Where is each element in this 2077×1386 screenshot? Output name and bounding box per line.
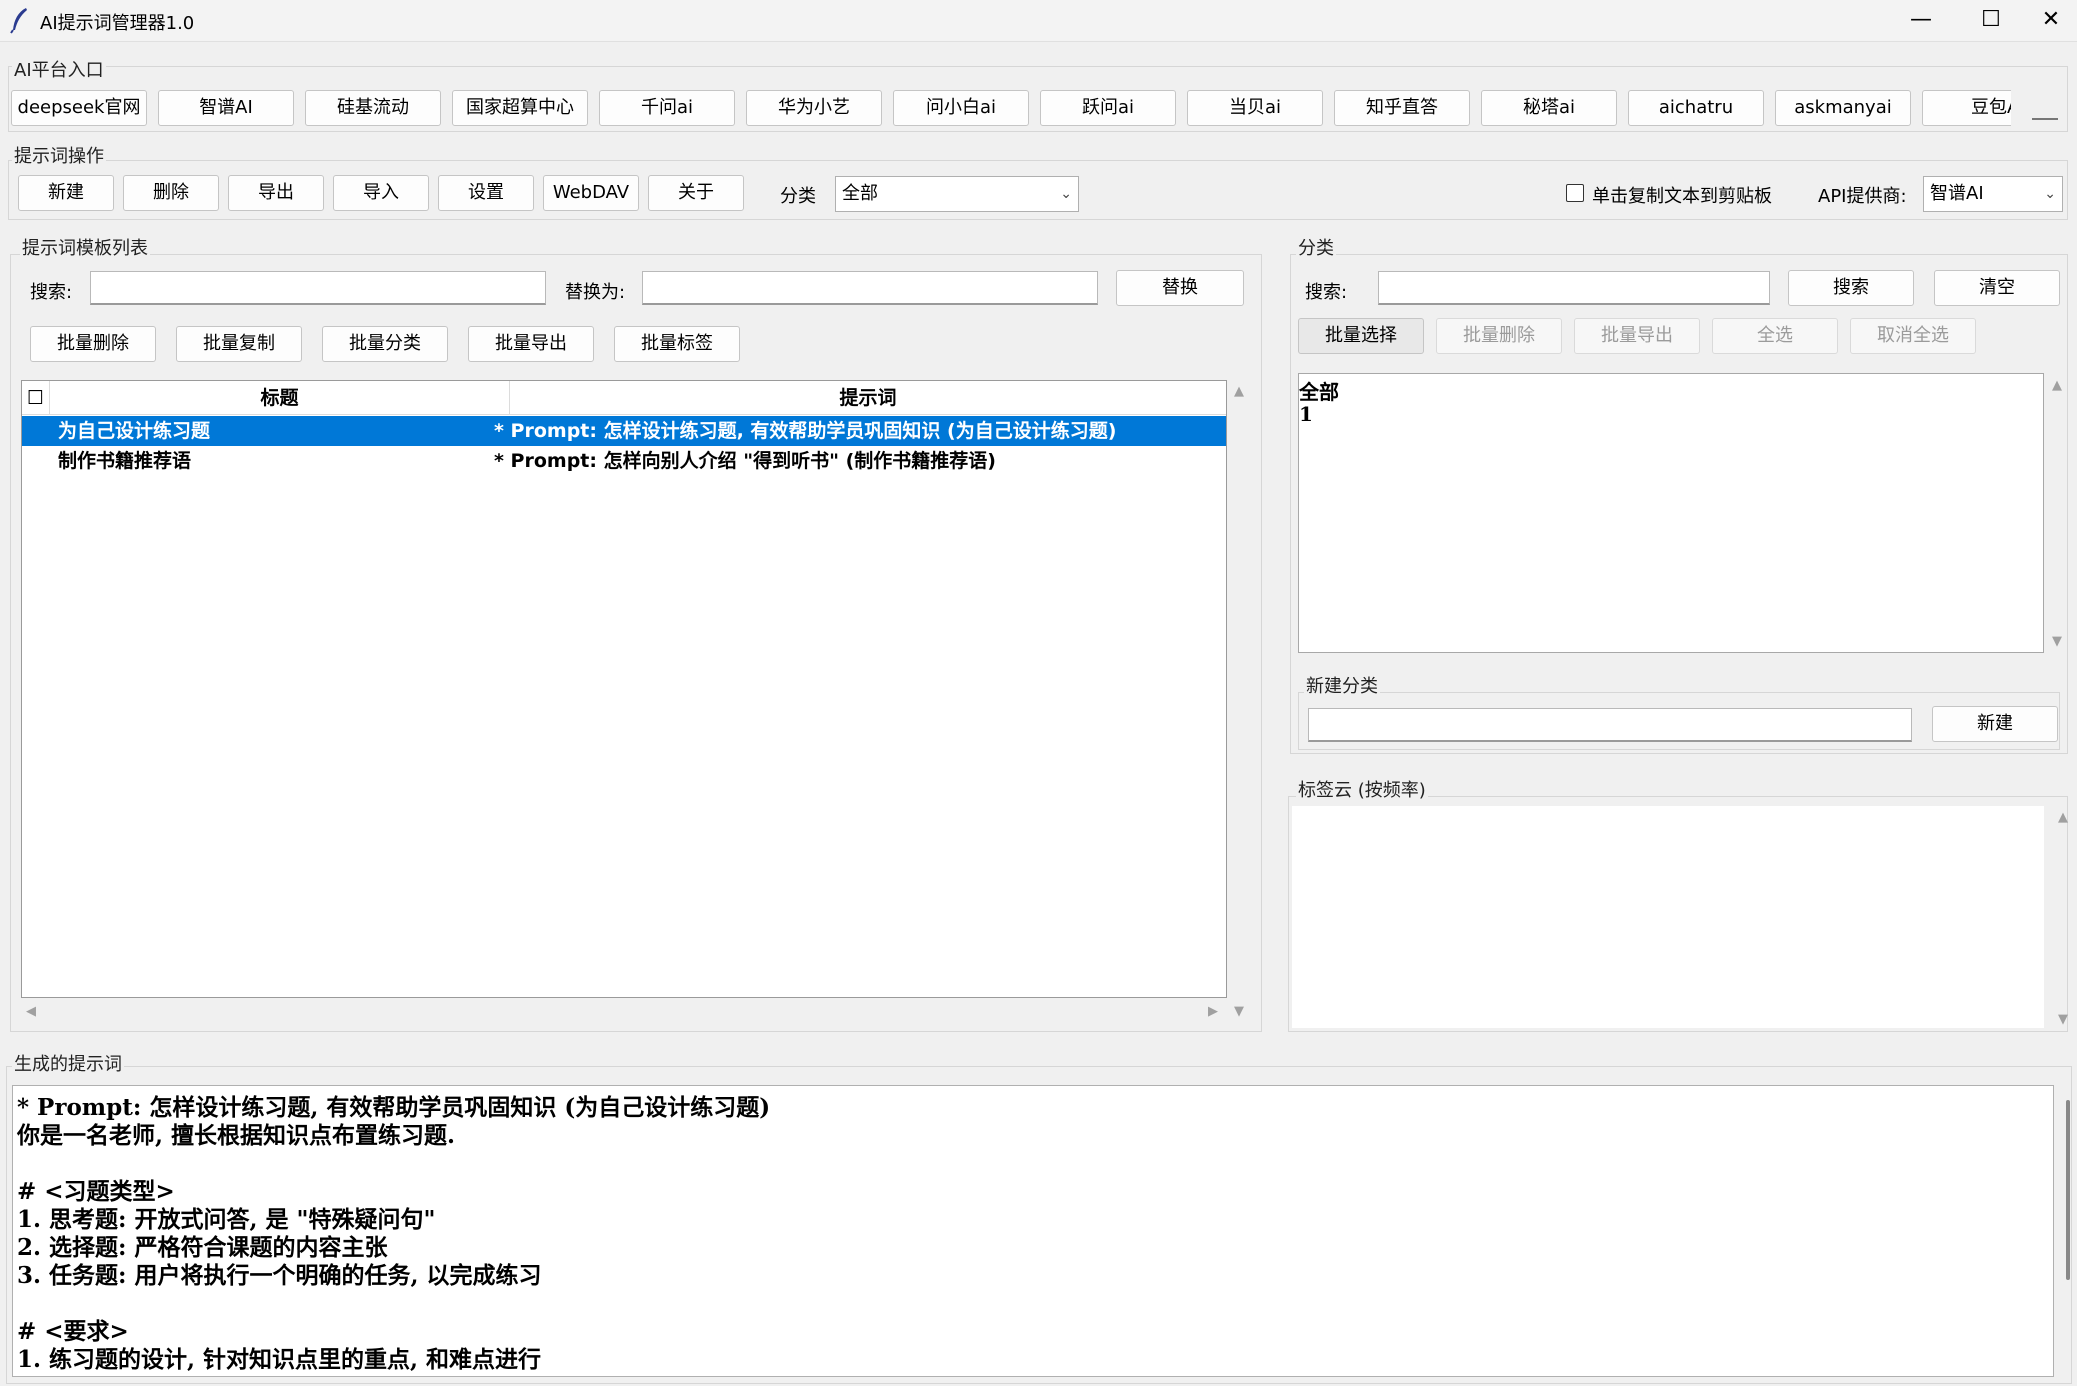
scroll-right-icon[interactable]: ▶ xyxy=(1208,1004,1218,1019)
template-table[interactable]: ☐ 标题 提示词 为自己设计练习题 * Prompt: 怎样设计练习题, 有效帮… xyxy=(21,380,1227,998)
scroll-down-icon[interactable]: ▼ xyxy=(2058,1012,2068,1027)
output-line: 3. 任务题: 用户将执行一个明确的任务, 以完成练习 xyxy=(17,1262,542,1289)
platform-button-doubao[interactable]: 豆包A xyxy=(1922,90,2011,126)
output-scrollbar-thumb[interactable] xyxy=(2066,1100,2070,1280)
platform-button-yuewen[interactable]: 跃问ai xyxy=(1040,90,1176,126)
category-filter-label: 分类 xyxy=(780,186,816,207)
api-provider-select[interactable]: 智谱AI ⌄ xyxy=(1923,176,2063,212)
template-search-input[interactable] xyxy=(90,271,546,305)
category-list[interactable]: 全部 1 xyxy=(1298,373,2044,653)
output-line: 2. 选择题: 严格符合课题的内容主张 xyxy=(17,1234,388,1261)
ai-platforms-label: AI平台入口 xyxy=(12,56,106,82)
webdav-button[interactable]: WebDAV xyxy=(543,175,639,211)
platform-button-zhihu[interactable]: 知乎直答 xyxy=(1334,90,1470,126)
batch-export-button[interactable]: 批量导出 xyxy=(468,326,594,362)
api-provider-value: 智谱AI xyxy=(1930,183,1984,204)
scroll-up-icon[interactable]: ▲ xyxy=(1234,384,1244,399)
prompt-ops-label: 提示词操作 xyxy=(12,142,106,168)
platform-button-deepseek[interactable]: deepseek官网 xyxy=(11,90,147,126)
about-button[interactable]: 关于 xyxy=(648,175,744,211)
output-line: # <要求> xyxy=(17,1318,129,1345)
ai-platform-buttons: deepseek官网 智谱AI 硅基流动 国家超算中心 千问ai 华为小艺 问小… xyxy=(11,90,2011,128)
close-button[interactable]: ✕ xyxy=(2025,0,2077,40)
category-search-input[interactable] xyxy=(1378,271,1770,305)
replace-input[interactable] xyxy=(642,271,1098,305)
select-all-button[interactable]: 全选 xyxy=(1712,318,1838,354)
category-filter-value: 全部 xyxy=(842,183,878,204)
platform-button-huawei-xiaoyi[interactable]: 华为小艺 xyxy=(746,90,882,126)
platform-button-siliconflow[interactable]: 硅基流动 xyxy=(305,90,441,126)
platform-button-aichatru[interactable]: aichatru xyxy=(1628,90,1764,126)
chevron-down-icon: ⌄ xyxy=(2044,186,2056,202)
minimize-button[interactable]: — xyxy=(1885,0,1957,40)
platform-button-mita[interactable]: 秘塔ai xyxy=(1481,90,1617,126)
scroll-up-icon[interactable]: ▲ xyxy=(2052,378,2062,393)
column-header-title[interactable]: 标题 xyxy=(50,381,510,415)
batch-copy-button[interactable]: 批量复制 xyxy=(176,326,302,362)
batch-delete-button[interactable]: 批量删除 xyxy=(30,326,156,362)
row-title: 为自己设计练习题 xyxy=(58,420,211,442)
scroll-down-icon[interactable]: ▼ xyxy=(1234,1004,1244,1019)
batch-categorize-button[interactable]: 批量分类 xyxy=(322,326,448,362)
row-prompt: * Prompt: 怎样设计练习题, 有效帮助学员巩固知识 (为自己设计练习题) xyxy=(494,420,1117,442)
table-row[interactable]: 为自己设计练习题 * Prompt: 怎样设计练习题, 有效帮助学员巩固知识 (… xyxy=(22,416,1226,446)
title-bar: AI提示词管理器1.0 — ☐ ✕ xyxy=(0,0,2077,42)
category-batch-export-button[interactable]: 批量导出 xyxy=(1574,318,1700,354)
tag-cloud-canvas[interactable] xyxy=(1292,806,2044,1028)
batch-select-button[interactable]: 批量选择 xyxy=(1298,318,1424,354)
toolbar-overflow-indicator[interactable] xyxy=(2032,118,2058,120)
template-search-label: 搜索: xyxy=(30,282,73,303)
replace-label: 替换为: xyxy=(565,282,626,303)
category-batch-delete-button[interactable]: 批量删除 xyxy=(1436,318,1562,354)
platform-button-dangbei[interactable]: 当贝ai xyxy=(1187,90,1323,126)
category-filter-select[interactable]: 全部 ⌄ xyxy=(835,176,1079,212)
category-clear-button[interactable]: 清空 xyxy=(1934,270,2060,306)
tag-cloud-label: 标签云 (按频率) xyxy=(1296,776,1428,802)
list-item[interactable]: 全部 xyxy=(1299,376,1339,405)
category-search-label: 搜索: xyxy=(1305,282,1348,303)
platform-button-qianwen[interactable]: 千问ai xyxy=(599,90,735,126)
row-title: 制作书籍推荐语 xyxy=(58,450,192,472)
scroll-left-icon[interactable]: ◀ xyxy=(26,1004,36,1019)
deselect-all-button[interactable]: 取消全选 xyxy=(1850,318,1976,354)
window-title: AI提示词管理器1.0 xyxy=(40,13,195,34)
new-category-input[interactable] xyxy=(1308,708,1912,742)
output-line: 1. 思考题: 开放式问答, 是 "特殊疑问句" xyxy=(17,1206,436,1233)
api-provider-label: API提供商: xyxy=(1818,186,1907,207)
create-category-button[interactable]: 新建 xyxy=(1932,706,2058,742)
output-line: 1. 练习题的设计, 针对知识点里的重点, 和难点进行 xyxy=(17,1346,542,1373)
table-row[interactable]: 制作书籍推荐语 * Prompt: 怎样向别人介绍 "得到听书" (制作书籍推荐… xyxy=(22,446,1226,476)
settings-button[interactable]: 设置 xyxy=(438,175,534,211)
generated-prompt-text[interactable]: * Prompt: 怎样设计练习题, 有效帮助学员巩固知识 (为自己设计练习题)… xyxy=(12,1085,2054,1377)
scroll-down-icon[interactable]: ▼ xyxy=(2052,634,2062,649)
platform-button-askmanyai[interactable]: askmanyai xyxy=(1775,90,1911,126)
platform-button-wenxiaobai[interactable]: 问小白ai xyxy=(893,90,1029,126)
output-line: * Prompt: 怎样设计练习题, 有效帮助学员巩固知识 (为自己设计练习题) xyxy=(17,1094,771,1121)
select-all-checkbox[interactable]: ☐ xyxy=(22,381,50,415)
feather-icon xyxy=(10,8,27,34)
generated-prompt-label: 生成的提示词 xyxy=(12,1050,124,1076)
copy-to-clipboard-label: 单击复制文本到剪贴板 xyxy=(1592,186,1772,207)
new-category-label: 新建分类 xyxy=(1304,672,1380,698)
new-prompt-button[interactable]: 新建 xyxy=(18,175,114,211)
output-line: # <习题类型> xyxy=(17,1178,175,1205)
column-header-prompt[interactable]: 提示词 xyxy=(510,381,1226,415)
export-button[interactable]: 导出 xyxy=(228,175,324,211)
copy-to-clipboard-checkbox[interactable] xyxy=(1566,184,1584,202)
category-panel-label: 分类 xyxy=(1296,234,1336,260)
maximize-button[interactable]: ☐ xyxy=(1955,0,2027,40)
scroll-up-icon[interactable]: ▲ xyxy=(2058,810,2068,825)
import-button[interactable]: 导入 xyxy=(333,175,429,211)
chevron-down-icon: ⌄ xyxy=(1060,186,1072,202)
template-list-label: 提示词模板列表 xyxy=(20,234,150,260)
platform-button-zhipu[interactable]: 智谱AI xyxy=(158,90,294,126)
category-search-button[interactable]: 搜索 xyxy=(1788,270,1914,306)
replace-button[interactable]: 替换 xyxy=(1116,270,1244,306)
row-prompt: * Prompt: 怎样向别人介绍 "得到听书" (制作书籍推荐语) xyxy=(494,450,996,472)
list-item[interactable]: 1 xyxy=(1299,402,1313,426)
output-line: 你是一名老师, 擅长根据知识点布置练习题. xyxy=(17,1122,456,1149)
batch-tag-button[interactable]: 批量标签 xyxy=(614,326,740,362)
platform-button-supercomputing[interactable]: 国家超算中心 xyxy=(452,90,588,126)
delete-prompt-button[interactable]: 删除 xyxy=(123,175,219,211)
